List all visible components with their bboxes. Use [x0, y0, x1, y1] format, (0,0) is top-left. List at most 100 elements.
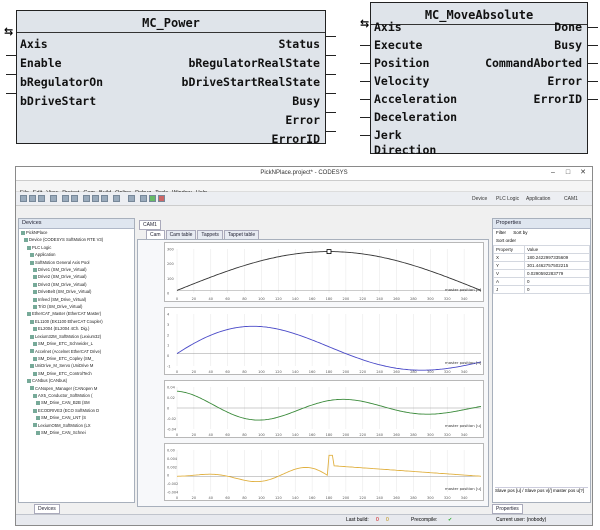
breadcrumb-application[interactable]: Application — [526, 195, 550, 203]
x-tick-label: 160 — [309, 433, 316, 437]
tree-node-icon — [36, 430, 40, 435]
pin-direction-in: Direction — [374, 143, 437, 157]
close-icon[interactable]: ✕ — [576, 168, 590, 178]
breadcrumb-device[interactable]: Device — [472, 195, 487, 203]
x-tick-label: 280 — [410, 370, 417, 374]
tree-item[interactable]: EL1100 (EK1100 EtherCAT Coupler) — [21, 318, 134, 325]
maximize-icon[interactable]: □ — [561, 168, 575, 178]
open-icon[interactable] — [29, 195, 36, 202]
table-row[interactable]: J0 — [493, 285, 590, 294]
jerk-plot[interactable]: 0 20 40 60 80 100 120 140 160 180 200 220 240 260 280 3… — [164, 443, 484, 501]
tree-item[interactable]: EL2004 (EL2004 4Ch. Dig.) — [21, 325, 134, 332]
table-row[interactable]: A0 — [493, 277, 590, 286]
tree-item[interactable]: SM_Drive_CAN_LNT (S — [21, 414, 134, 421]
tree-item[interactable]: SM_Drive_CAN_B2B (SM — [21, 399, 134, 406]
property-value[interactable]: 0 — [523, 277, 590, 286]
x-tick-label: 340 — [461, 433, 468, 437]
col-property: Property — [493, 245, 525, 254]
table-row[interactable]: V 0.0290592283779 — [493, 269, 590, 278]
tree-node-icon — [33, 371, 37, 376]
x-tick-label: 200 — [343, 297, 350, 301]
minimize-icon[interactable]: – — [546, 168, 560, 178]
pin-done-out: Done — [554, 20, 582, 34]
tree-item[interactable]: PickNPlace — [21, 229, 134, 236]
new-icon[interactable] — [20, 195, 27, 202]
tree-item[interactable]: AX5_Conductor_SoftMotion ( — [21, 392, 134, 399]
tree-item-label: Accelnet (Accelnet EtherCAT Drive) — [35, 348, 102, 354]
x-tick-label: 220 — [359, 370, 366, 374]
tree-item[interactable]: Drive3 (SM_Drive_Virtual) — [21, 281, 134, 288]
velocity-plot[interactable]: 0 20 40 60 80 100 120 140 160 180 200 220 240 260 280 3… — [164, 307, 484, 375]
pin-jerk-in: Jerk — [374, 128, 402, 142]
table-row[interactable]: Y 301.4462757502215 — [493, 261, 590, 270]
filter-dropdown[interactable]: Filter — [496, 230, 506, 235]
pin-stub — [326, 55, 336, 56]
build-icon[interactable] — [128, 195, 135, 202]
tree-item[interactable]: Lexium32M_SoftMotion (Lexium32) — [21, 333, 134, 340]
copy-icon[interactable] — [92, 195, 99, 202]
tab-properties[interactable]: Properties — [492, 504, 523, 514]
property-value[interactable]: 301.4462757502215 — [523, 261, 590, 270]
undo-icon[interactable] — [62, 195, 69, 202]
print-icon[interactable] — [50, 195, 57, 202]
tree-item[interactable]: LexiumO5M_SoftMotion (LX — [21, 422, 134, 429]
pin-stub — [360, 45, 370, 46]
y-tick-label: 1 — [167, 344, 169, 348]
tree-node-icon — [36, 416, 40, 421]
tree-item[interactable]: SM_Drive_ETC_Schneider_L — [21, 340, 134, 347]
x-tick-label: 100 — [258, 496, 265, 500]
acceleration-plot[interactable]: 0 20 40 60 80 100 120 140 160 180 200 220 240 260 280 3… — [164, 380, 484, 438]
tree-item[interactable]: SM_Drive_ETC_ControlTech — [21, 370, 134, 377]
tree-item[interactable]: DriveBelt (SM_Drive_Virtual) — [21, 288, 134, 295]
property-value[interactable]: 0.0290592283779 — [523, 269, 590, 278]
position-plot[interactable]: 0 20 40 60 80 100 120 140 160 180 200 220 240 260 280 3… — [164, 242, 484, 302]
tree-node-icon — [33, 393, 37, 398]
tree-item[interactable]: Accelnet (Accelnet EtherCAT Drive) — [21, 348, 134, 355]
tree-item[interactable]: Infeed (SM_Drive_Virtual) — [21, 296, 134, 303]
breadcrumb-plc-logic[interactable]: PLC Logic — [496, 195, 519, 203]
tab-devices[interactable]: Devices — [34, 504, 60, 514]
tab-cam1[interactable]: CAM1 — [139, 220, 161, 230]
paste-icon[interactable] — [101, 195, 108, 202]
tree-item[interactable]: Drive2 (SM_Drive_Virtual) — [21, 273, 134, 280]
stop-icon[interactable] — [158, 195, 165, 202]
x-tick-label: 240 — [376, 297, 383, 301]
tree-item[interactable]: CANopen_Manager (CANopen M — [21, 385, 134, 392]
sort-order-dropdown[interactable]: Sort order — [493, 237, 590, 245]
redo-icon[interactable] — [71, 195, 78, 202]
tree-item[interactable]: SM_Drive_CAN_Schnei — [21, 429, 134, 436]
login-icon[interactable] — [140, 195, 147, 202]
property-value[interactable]: 180.2422997335609 — [523, 253, 590, 262]
save-icon[interactable] — [38, 195, 45, 202]
tree-node-icon — [30, 349, 34, 354]
tree-item[interactable]: SoftMotion General Axis Pool — [21, 259, 134, 266]
tree-item[interactable]: Device (CODESYS SoftMotion RTE V3) — [21, 236, 134, 243]
tree-item[interactable]: CANbus (CANbus) — [21, 377, 134, 384]
tree-item[interactable]: ECODRIVE3 (ECO SoftMotion D — [21, 407, 134, 414]
curve-point-handle[interactable] — [326, 249, 332, 254]
mc-moveabsolute-block[interactable]: MC_MoveAbsolute Axis Execute Position Ve… — [370, 2, 588, 157]
x-tick-label: 40 — [209, 433, 213, 437]
tree-item[interactable]: Drive1 (SM_Drive_Virtual) — [21, 266, 134, 273]
tree-item[interactable]: SM_Drive_ETC_Copley (SM_ — [21, 355, 134, 362]
breadcrumb-cam1[interactable]: CAM1 — [564, 195, 578, 203]
tree-item[interactable]: UniDrive_M_Servo (UniDrive M — [21, 362, 134, 369]
run-icon[interactable] — [149, 195, 156, 202]
pin-bdrivestartrealstate-out: bDriveStartRealState — [181, 75, 320, 89]
pin-stub — [588, 45, 598, 46]
tree-item-label: SM_Drive_ETC_Schneider_L — [38, 341, 93, 347]
find-icon[interactable] — [113, 195, 120, 202]
cut-icon[interactable] — [83, 195, 90, 202]
table-row[interactable]: X 180.2422997335609 — [493, 253, 590, 262]
tree-item[interactable]: Application — [21, 251, 134, 258]
tree-item[interactable]: TriO (SM_Drive_Virtual) — [21, 303, 134, 310]
property-value[interactable]: 0 — [523, 285, 590, 294]
mc-power-block[interactable]: MC_Power Axis Enable bRegulatorOn bDrive… — [16, 10, 326, 146]
pin-velocity-in: Velocity — [374, 74, 430, 88]
sort-by-dropdown[interactable]: Sort by — [513, 230, 527, 235]
tree-item-label: SM_Drive_ETC_ControlTech — [38, 370, 92, 376]
y-tick-label: -0.002 — [167, 482, 178, 486]
tree-item[interactable]: PLC Logic — [21, 244, 134, 251]
tree-item[interactable]: EtherCAT_Master (EtherCAT Master) — [21, 310, 134, 317]
y-tick-label: 0 — [167, 474, 169, 478]
